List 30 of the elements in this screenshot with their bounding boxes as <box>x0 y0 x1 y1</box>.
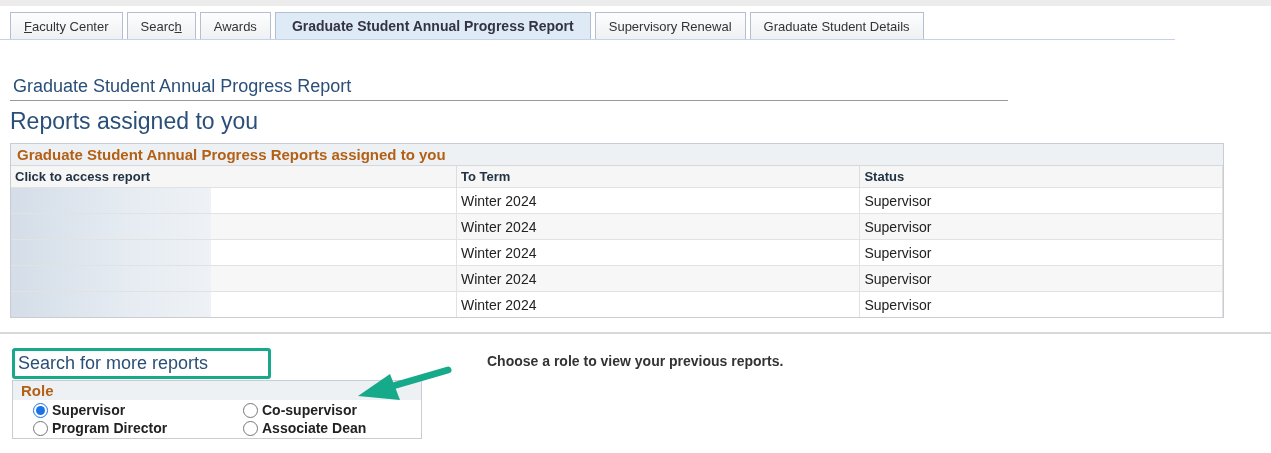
column-header: To Term <box>456 166 860 188</box>
grid-title: Graduate Student Annual Progress Reports assigned to you <box>11 144 1223 166</box>
arrow-icon <box>356 364 452 402</box>
table-cell: Supervisor <box>859 291 1223 317</box>
table-cell: Winter 2024 <box>456 213 860 240</box>
radio-label[interactable]: Supervisor <box>52 402 126 418</box>
column-header: Status <box>859 166 1223 188</box>
role-group-title: Role <box>13 381 421 400</box>
radio-button[interactable] <box>33 420 48 436</box>
tab[interactable]: Graduate Student Details <box>749 12 924 39</box>
table-cell: Winter 2024 <box>456 291 860 317</box>
radio-label[interactable]: Associate Dean <box>262 420 367 436</box>
column-header: Click to access report <box>11 166 457 188</box>
radio-label[interactable]: Program Director <box>52 420 168 436</box>
search-section-title: Search for more reports <box>12 348 272 379</box>
section-heading: Reports assigned to you <box>10 108 260 135</box>
radio-button[interactable] <box>243 402 258 418</box>
tab[interactable]: Search <box>126 12 196 39</box>
tab[interactable]: Awards <box>199 12 271 39</box>
radio-label[interactable]: Co-supervisor <box>262 402 357 418</box>
table-cell: Supervisor <box>859 213 1223 240</box>
table-cell: Winter 2024 <box>456 265 860 292</box>
radio-button[interactable] <box>33 402 48 418</box>
radio-button[interactable] <box>243 420 258 436</box>
tab[interactable]: Faculty Center <box>10 12 123 39</box>
table-cell: Supervisor <box>859 265 1223 292</box>
tab[interactable]: Graduate Student Annual Progress Report <box>274 12 591 39</box>
tab[interactable]: Supervisory Renewal <box>594 12 746 39</box>
instruction-text: Choose a role to view your previous reports. <box>487 353 784 371</box>
page-title: Graduate Student Annual Progress Report <box>10 76 1008 101</box>
